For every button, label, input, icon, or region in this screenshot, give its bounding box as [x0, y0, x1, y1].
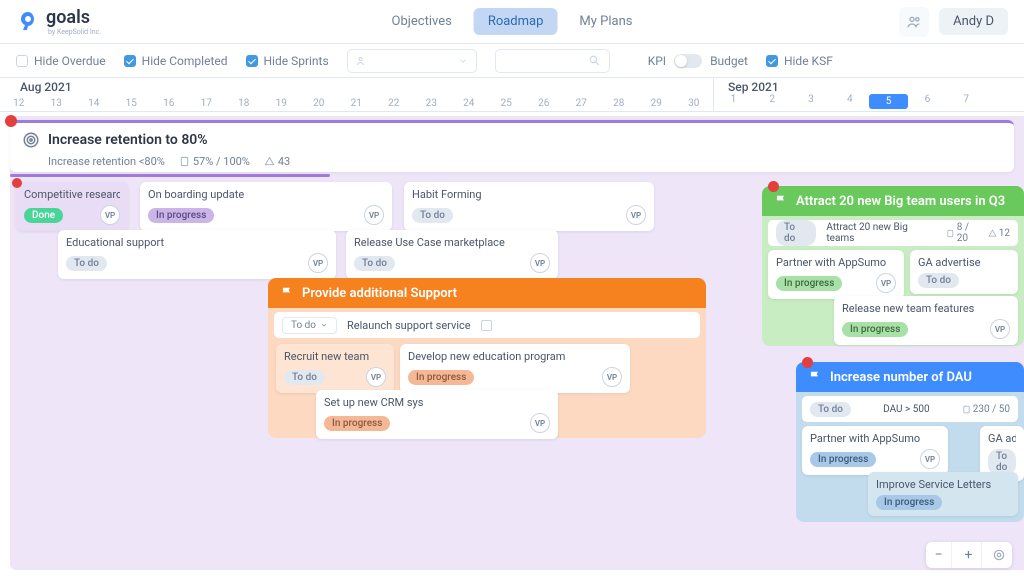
timeline-day[interactable]: 22: [375, 98, 413, 109]
alert-icon: [12, 178, 22, 188]
people-select[interactable]: [347, 49, 477, 73]
hide-ksf-checkbox[interactable]: Hide KSF: [766, 54, 833, 68]
relaunch-checkbox[interactable]: [481, 320, 492, 331]
nav-myplans[interactable]: My Plans: [565, 8, 646, 35]
card-recruit[interactable]: Recruit new team To doVP: [276, 344, 394, 393]
logo: goals by KeepSolid Inc.: [16, 7, 101, 36]
timeline-day[interactable]: 3: [792, 94, 831, 109]
timeline-day[interactable]: 2: [753, 94, 792, 109]
hide-sprints-checkbox[interactable]: Hide Sprints: [246, 54, 329, 68]
flag-icon: [280, 286, 294, 300]
kpi-budget-toggle[interactable]: [674, 54, 702, 68]
chevron-down-icon: [458, 56, 468, 66]
timeline-day[interactable]: 30: [675, 98, 713, 109]
alert-icon: [802, 357, 813, 368]
timeline-day[interactable]: 7: [947, 94, 986, 109]
group-dau[interactable]: Increase number of DAU To do DAU > 500 2…: [796, 362, 1024, 522]
alert-icon: [768, 181, 779, 192]
zoom-in-button[interactable]: +: [956, 542, 982, 568]
zoom-fit-button[interactable]: [986, 542, 1012, 568]
card-ga-g[interactable]: GA advertise To do: [910, 250, 1018, 294]
timeline-day[interactable]: 28: [600, 98, 638, 109]
card-release-team[interactable]: Release new team features In progressVP: [834, 296, 1018, 345]
kpi-label: KPI: [648, 54, 666, 68]
card-crm[interactable]: Set up new CRM sys In progressVP: [316, 390, 558, 439]
zoom-out-button[interactable]: −: [926, 542, 952, 568]
timeline-day[interactable]: 24: [450, 98, 488, 109]
search-input[interactable]: [495, 49, 610, 73]
flag-icon: [774, 194, 788, 208]
target-icon: [22, 131, 40, 149]
nav: Objectives Roadmap My Plans: [378, 8, 647, 35]
card-partner-b[interactable]: Partner with AppSumo In progressVP: [802, 426, 948, 475]
hide-overdue-checkbox[interactable]: Hide Overdue: [16, 54, 106, 68]
card-competitive-research[interactable]: Competitive research DoneVP: [16, 182, 128, 231]
roadmap-canvas[interactable]: Increase retention to 80% Increase reten…: [0, 112, 1024, 576]
timeline-day[interactable]: 20: [300, 98, 338, 109]
nav-objectives[interactable]: Objectives: [378, 8, 466, 35]
timeline-day[interactable]: 14: [75, 98, 113, 109]
timeline-day[interactable]: 19: [263, 98, 301, 109]
group-support[interactable]: Provide additional Support To do Relaunc…: [268, 278, 706, 438]
card-edu[interactable]: Educational support To doVP: [58, 230, 336, 279]
month-sep: Sep 2021: [728, 80, 1024, 94]
timeline-header: Aug 2021 1213141516171819202122232425262…: [0, 78, 1024, 112]
card-improve[interactable]: Improve Service Letters In progress: [868, 472, 1018, 516]
timeline-day[interactable]: 13: [38, 98, 76, 109]
timeline-day[interactable]: 6: [908, 94, 947, 109]
clipboard-icon: [179, 156, 190, 167]
timeline-day[interactable]: 26: [525, 98, 563, 109]
timeline-day[interactable]: 5: [869, 94, 908, 109]
card-onboarding[interactable]: On boarding update In progressVP: [140, 182, 392, 231]
hide-completed-checkbox[interactable]: Hide Completed: [124, 54, 228, 68]
card-partner-g[interactable]: Partner with AppSumo In progressVP: [768, 250, 904, 299]
card-habit[interactable]: Habit Forming To doVP: [404, 182, 654, 231]
card-develop[interactable]: Develop new education program In progres…: [400, 344, 630, 393]
triangle-icon: [264, 156, 275, 167]
timeline-day[interactable]: 21: [338, 98, 376, 109]
timeline-day[interactable]: 27: [563, 98, 601, 109]
people-icon[interactable]: [899, 7, 929, 37]
nav-roadmap[interactable]: Roadmap: [474, 8, 558, 35]
logo-sub: by KeepSolid Inc.: [48, 28, 101, 36]
timeline-day[interactable]: 4: [830, 94, 869, 109]
timeline-day[interactable]: 17: [188, 98, 226, 109]
timeline-day[interactable]: 29: [638, 98, 676, 109]
user-button[interactable]: Andy D: [939, 8, 1008, 35]
month-aug: Aug 2021: [20, 80, 713, 94]
status-select[interactable]: To do: [282, 317, 337, 334]
timeline-day[interactable]: 15: [113, 98, 151, 109]
card-release[interactable]: Release Use Case marketplace To doVP: [346, 230, 558, 279]
logo-icon: [16, 10, 40, 34]
objective-header[interactable]: Increase retention to 80% Increase reten…: [10, 120, 1014, 172]
budget-label: Budget: [710, 54, 748, 68]
flag-icon: [808, 370, 822, 384]
timeline-day[interactable]: 23: [413, 98, 451, 109]
timeline-day[interactable]: 18: [225, 98, 263, 109]
timeline-day[interactable]: 12: [0, 98, 38, 109]
alert-icon: [5, 115, 17, 127]
group-attract[interactable]: Attract 20 new Big team users in Q3 To d…: [762, 186, 1024, 346]
timeline-day[interactable]: 16: [150, 98, 188, 109]
timeline-day[interactable]: 25: [488, 98, 526, 109]
logo-text: goals: [46, 7, 101, 28]
search-icon: [588, 54, 601, 67]
timeline-day[interactable]: 1: [714, 94, 753, 109]
zoom-controls: − +: [926, 542, 1012, 568]
